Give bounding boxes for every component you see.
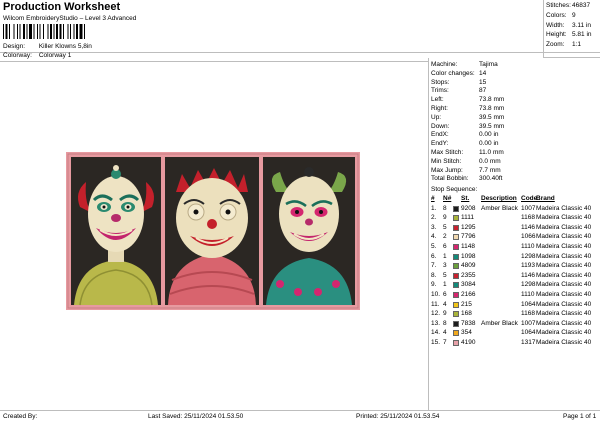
table-row: 8. 5 2355 1146 Madeira Classic 40 bbox=[431, 271, 592, 279]
design-preview bbox=[66, 152, 360, 310]
color-swatch bbox=[453, 339, 459, 346]
summary-height: Height: 5.81 in bbox=[546, 31, 592, 38]
machine-info-row: Max Stitch: 11.0 mm bbox=[431, 149, 504, 156]
stop-sequence-title: Stop Sequence: bbox=[431, 186, 478, 193]
machine-info-row: Color changes: 14 bbox=[431, 69, 487, 77]
page-number: Page 1 of 1 bbox=[563, 413, 597, 420]
table-row: 6. 1 1098 1298 Madeira Classic 40 bbox=[431, 252, 592, 260]
divider bbox=[0, 52, 600, 53]
table-row: 13. 8 7838 Amber Black 1007 Madeira Classic 4… bbox=[431, 319, 592, 327]
table-row: 7. 3 4809 1193 Madeira Classic 40 bbox=[431, 262, 592, 270]
printed-date: Printed: 25/11/2024 01.53.54 bbox=[356, 413, 440, 420]
software-subtitle: Wilcom EmbroideryStudio – Level 3 Advanc… bbox=[3, 15, 137, 22]
table-row: 12. 9 168 1168 Madeira Classic 40 bbox=[431, 310, 592, 318]
color-swatch bbox=[453, 291, 459, 298]
footer-divider bbox=[0, 410, 600, 411]
panel-divider bbox=[428, 58, 429, 410]
table-row: 5. 6 1148 1110 Madeira Classic 40 bbox=[431, 242, 592, 250]
created-by: Created By: bbox=[3, 413, 38, 420]
summary-colors: Colors: 9 bbox=[546, 12, 576, 19]
colorway-row: Colorway: Colorway 1 bbox=[3, 52, 72, 60]
table-row: 9. 1 3084 1298 Madeira Classic 40 bbox=[431, 281, 592, 289]
color-swatch bbox=[453, 215, 459, 222]
barcode bbox=[3, 24, 85, 39]
machine-info-row: Down: 39.5 mm bbox=[431, 122, 505, 130]
color-swatch bbox=[453, 205, 459, 212]
machine-info-row: Stops: 15 bbox=[431, 78, 487, 86]
color-swatch bbox=[453, 282, 459, 289]
stop-sequence-table: # N# St. Description Code Brand 1. 8 9208 A… bbox=[431, 195, 600, 349]
color-swatch bbox=[453, 263, 459, 270]
machine-info-row: Right: 73.8 mm bbox=[431, 105, 505, 112]
clown-panel-middle bbox=[165, 157, 259, 305]
colorway-label: Colorway: bbox=[3, 52, 32, 59]
color-swatch bbox=[453, 320, 459, 327]
machine-info-row: Total Bobbin: 300.40ft bbox=[431, 175, 503, 183]
summary-stitches: Stitches:46837 bbox=[546, 2, 591, 9]
summary-zoom: Zoom: 1:1 bbox=[546, 41, 582, 48]
page-title: Production Worksheet bbox=[3, 1, 121, 13]
table-row: 4. 2 7796 1066 Madeira Classic 40 bbox=[431, 233, 592, 241]
clown-panel-right bbox=[263, 157, 355, 305]
color-swatch bbox=[453, 272, 459, 279]
color-swatch bbox=[453, 234, 459, 241]
machine-info-row: Min Stitch: 0.0 mm bbox=[431, 157, 501, 165]
table-header: # N# St. Description Code Brand bbox=[431, 195, 555, 202]
color-swatch bbox=[453, 253, 459, 260]
color-swatch bbox=[453, 330, 459, 337]
machine-info-row: EndX: 0.00 in bbox=[431, 131, 499, 139]
table-row: 1. 8 9208 Amber Black 1007 Madeira Classic 40 bbox=[431, 204, 592, 212]
machine-info-row: Trims: 87 bbox=[431, 87, 487, 95]
design-row: Design: Killer Klowns 5,8in bbox=[3, 43, 92, 51]
design-value: Killer Klowns 5,8in bbox=[38, 43, 92, 50]
color-swatch bbox=[453, 311, 459, 318]
clown-panel-left bbox=[71, 157, 161, 306]
machine-info-row: Machine: Tajima bbox=[431, 61, 498, 68]
table-row: 15. 7 4190 1317 Madeira Classic 40 bbox=[431, 338, 592, 346]
machine-info-row: Up: 39.5 mm bbox=[431, 113, 505, 121]
machine-info-row: EndY: 0.00 in bbox=[431, 140, 499, 148]
table-row: 2. 9 1111 1168 Madeira Classic 40 bbox=[431, 214, 592, 222]
table-row: 10. 6 2166 1110 Madeira Classic 40 bbox=[431, 290, 592, 298]
color-swatch bbox=[453, 243, 459, 250]
color-swatch bbox=[453, 301, 459, 308]
summary-width: Width: 3.11 in bbox=[546, 22, 592, 29]
divider bbox=[0, 61, 428, 62]
last-saved: Last Saved: 25/11/2024 01.53.50 bbox=[148, 413, 244, 420]
machine-info-row: Left: 73.8 mm bbox=[431, 96, 505, 104]
colorway-value: Colorway 1 bbox=[38, 52, 72, 59]
table-row: 14. 4 354 1064 Madeira Classic 40 bbox=[431, 329, 592, 337]
design-label: Design: bbox=[3, 43, 26, 50]
machine-info-row: Max Jump: 7.7 mm bbox=[431, 166, 501, 174]
table-row: 11. 4 215 1064 Madeira Classic 40 bbox=[431, 300, 592, 308]
table-row: 3. 5 1295 1146 Madeira Classic 40 bbox=[431, 223, 592, 231]
color-swatch bbox=[453, 224, 459, 231]
